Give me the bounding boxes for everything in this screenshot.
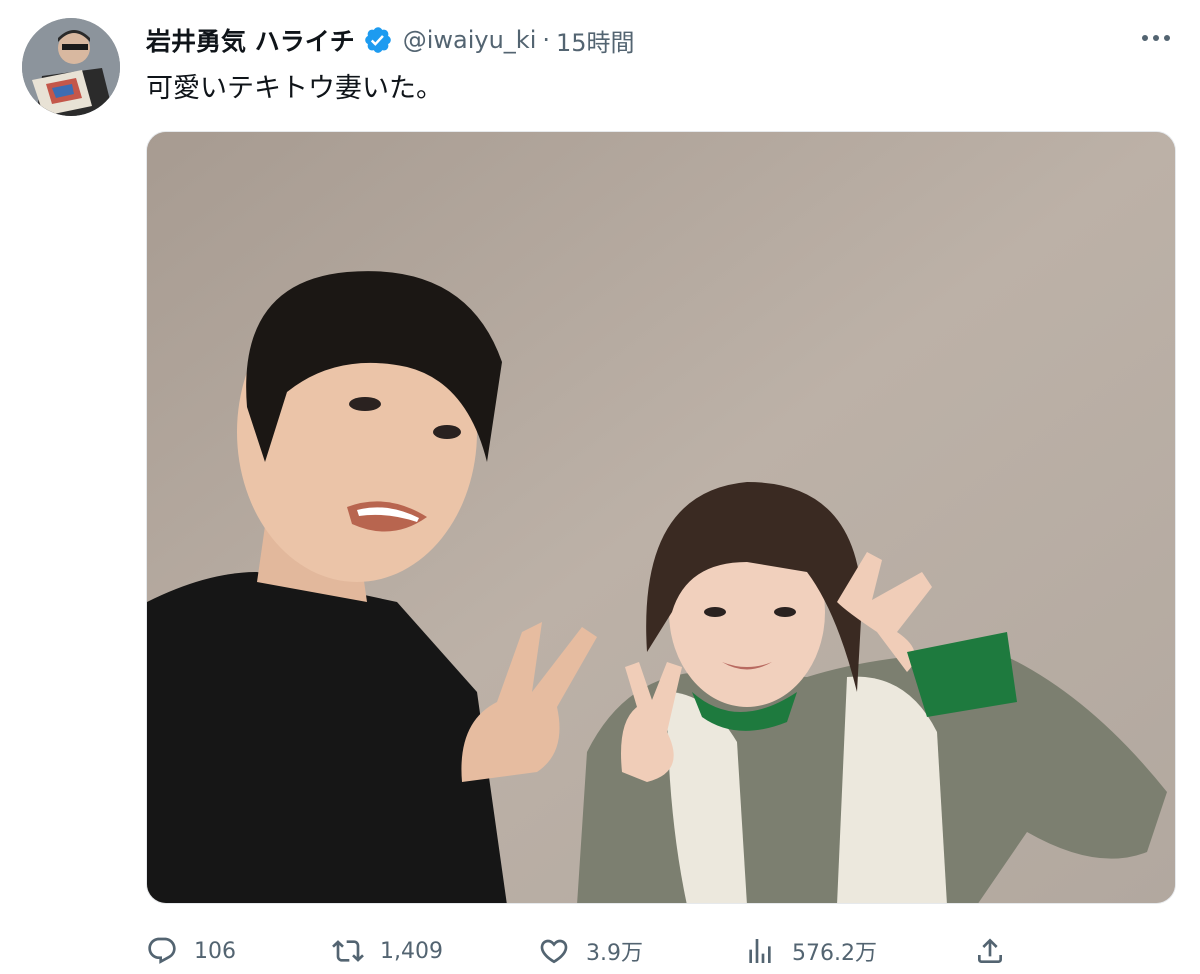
views-count: 576.2万 [792, 941, 877, 966]
reply-icon [148, 937, 176, 964]
share-button[interactable] [974, 928, 1006, 974]
author-handle[interactable]: @iwaiyu_ki [403, 26, 537, 54]
tweet-text: 可愛いテキトウ妻いた。 [146, 73, 443, 104]
more-dots-icon [1142, 35, 1170, 41]
author-name[interactable]: 岩井勇気 ハライチ [146, 22, 355, 58]
like-count: 3.9万 [586, 941, 643, 966]
retweet-icon [332, 940, 364, 962]
more-options-button[interactable] [1138, 26, 1174, 50]
views-button[interactable]: 576.2万 [744, 928, 877, 974]
photo-image [147, 132, 1175, 903]
views-bar-icon [749, 939, 771, 963]
retweet-button[interactable]: 1,409 [332, 928, 443, 974]
like-button[interactable]: 3.9万 [538, 928, 643, 974]
tweet-photo[interactable] [146, 131, 1176, 904]
avatar-image [22, 18, 120, 116]
heart-icon [540, 939, 568, 964]
share-icon [978, 938, 1002, 963]
reply-button[interactable]: 106 [146, 928, 236, 974]
retweet-count: 1,409 [380, 938, 443, 964]
author-avatar[interactable] [22, 18, 120, 116]
reply-count: 106 [194, 938, 236, 964]
tweet-action-bar: 106 1,409 3.9万 576.2万 [146, 928, 1026, 974]
tweet-header: 岩井勇気 ハライチ @iwaiyu_ki · 15時間 [146, 20, 635, 60]
separator-dot: · [542, 26, 551, 54]
verified-badge-icon [363, 25, 393, 55]
tweet-timestamp[interactable]: 15時間 [556, 23, 635, 58]
